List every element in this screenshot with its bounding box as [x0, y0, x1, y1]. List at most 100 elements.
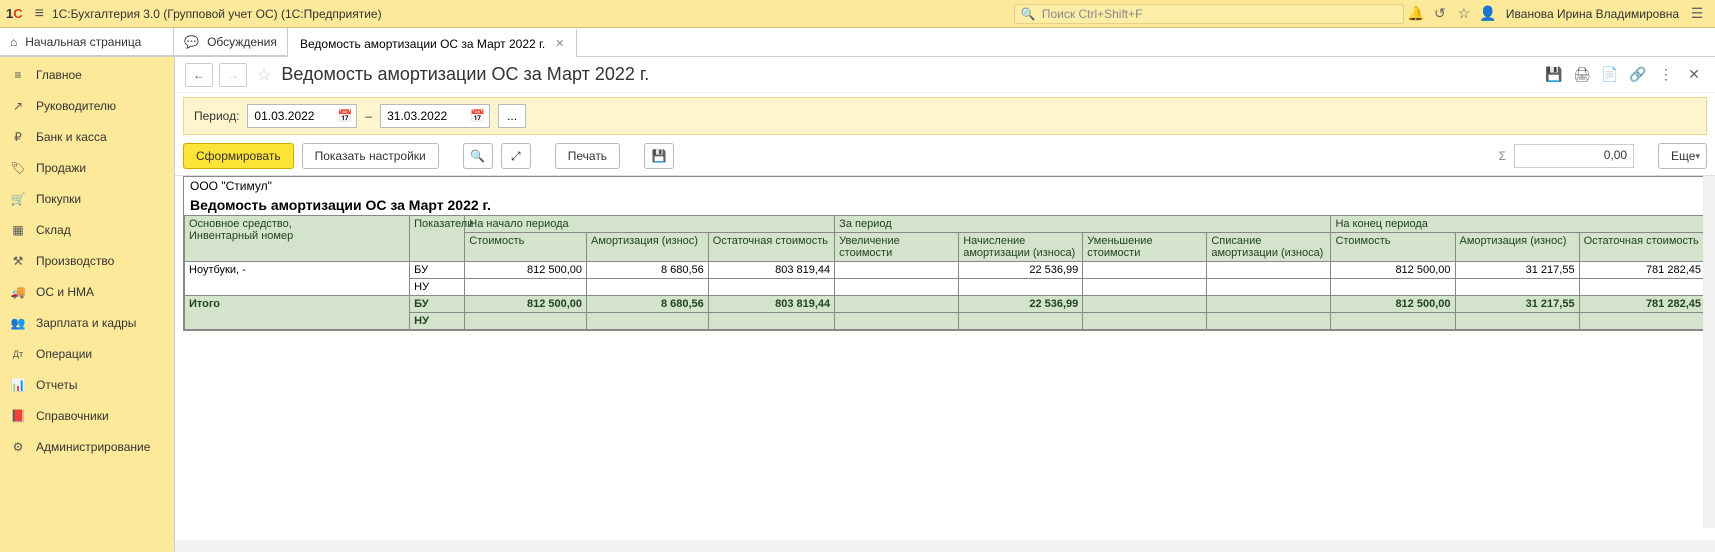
cell: 22 536,99 [959, 262, 1083, 279]
show-settings-button[interactable]: Показать настройки [302, 143, 439, 169]
cell: 812 500,00 [1331, 262, 1455, 279]
form-button[interactable]: Сформировать [183, 143, 294, 169]
sidebar-item-assets[interactable]: 🚚 ОС и НМА [0, 276, 174, 307]
sidebar-item-production[interactable]: ⚒Производство [0, 245, 174, 276]
save-icon[interactable]: 💾 [1543, 66, 1565, 83]
th-dec-cost: Уменьшение стоимости [1083, 233, 1207, 262]
user-icon[interactable]: 👤 [1476, 5, 1500, 22]
sidebar-item-manager[interactable]: ↗ Руководителю [0, 90, 174, 121]
truck-icon: 🚚 [10, 285, 26, 299]
bell-icon[interactable]: 🔔 [1404, 5, 1428, 22]
scrollbar-vertical[interactable] [1703, 176, 1715, 528]
sidebar-label: ОС и НМА [36, 285, 94, 299]
period-label: Период: [194, 109, 239, 123]
sidebar-item-refs[interactable]: 📕Справочники [0, 400, 174, 431]
toolbar: Сформировать Показать настройки 🔍 ⤢ Печа… [175, 139, 1715, 175]
table-row[interactable]: НУ [185, 279, 1706, 296]
sidebar-item-main[interactable]: ≡Главное [0, 59, 174, 90]
favorite-icon[interactable]: ☆ [257, 65, 271, 85]
th-wo-depr: Списание амортизации (износа) [1207, 233, 1331, 262]
sidebar-item-operations[interactable]: ДтОперации [0, 338, 174, 369]
table-row[interactable]: Ноутбуки, - БУ 812 500,00 8 680,56 803 8… [185, 262, 1706, 279]
book-icon: 📕 [10, 409, 26, 423]
logo-1c: 1С [6, 6, 23, 21]
date-to-input[interactable]: 31.03.2022 📅 [380, 104, 490, 128]
save-disk-button[interactable]: 💾 [644, 143, 674, 169]
report-table: Основное средство, Инвентарный номер Пок… [184, 215, 1706, 330]
kebab-icon[interactable]: ⋮ [1655, 66, 1677, 83]
more-button[interactable]: Еще [1658, 143, 1707, 169]
tab-home[interactable]: ⌂ Начальная страница [0, 28, 174, 56]
th-start-resid: Остаточная стоимость [708, 233, 834, 262]
period-picker-button[interactable]: ... [498, 104, 526, 128]
calendar-icon[interactable]: 📅 [337, 109, 352, 123]
chat-icon: 💬 [184, 35, 199, 49]
print-button[interactable]: Печать [555, 143, 620, 169]
sidebar-item-salary[interactable]: 👥Зарплата и кадры [0, 307, 174, 338]
doc-title: Ведомость амортизации ОС за Март 2022 г. [281, 64, 649, 85]
gear-icon: ⚙ [10, 440, 26, 454]
find-button[interactable]: 🔍 [463, 143, 493, 169]
date-to-value: 31.03.2022 [387, 109, 447, 123]
cell: 803 819,44 [708, 262, 834, 279]
user-name: Иванова Ирина Владимировна [1506, 7, 1679, 21]
print-icon[interactable]: 🖨 [1571, 66, 1593, 83]
cell-total-nu: НУ [410, 313, 465, 330]
th-period: За период [835, 216, 1331, 233]
cell: 31 217,55 [1455, 262, 1579, 279]
main-menu-icon[interactable]: ≡ [35, 5, 44, 23]
ruble-icon: ₽ [10, 130, 26, 144]
back-button[interactable]: ← [185, 63, 213, 87]
sum-output: 0,00 [1514, 144, 1634, 168]
th-end-cost: Стоимость [1331, 233, 1455, 262]
sidebar-item-sales[interactable]: 🏷Продажи [0, 152, 174, 183]
sidebar-label: Руководителю [36, 99, 116, 113]
tab-active-label: Ведомость амортизации ОС за Март 2022 г. [300, 37, 545, 51]
dtkt-icon: Дт [10, 349, 26, 359]
forward-button: → [219, 63, 247, 87]
sidebar-label: Главное [36, 68, 82, 82]
star-icon[interactable]: ☆ [1452, 5, 1476, 22]
scrollbar-horizontal[interactable] [175, 540, 1715, 552]
search-input[interactable]: 🔍 Поиск Ctrl+Shift+F [1014, 4, 1404, 24]
cell: 781 282,45 [1579, 262, 1705, 279]
th-start-depr: Амортизация (износ) [587, 233, 709, 262]
th-indicators: Показатели [410, 216, 465, 262]
sidebar-item-bank[interactable]: ₽Банк и касса [0, 121, 174, 152]
send-icon[interactable]: 📄 [1599, 66, 1621, 83]
calendar-icon[interactable]: 📅 [470, 109, 485, 123]
dash: – [365, 109, 372, 123]
cell-total-bu: БУ [410, 296, 465, 313]
expand-button[interactable]: ⤢ [501, 143, 531, 169]
chart-icon: 📊 [10, 378, 26, 392]
history-icon[interactable]: ↺ [1428, 5, 1452, 22]
close-doc-icon[interactable]: ✕ [1683, 66, 1705, 83]
date-from-value: 01.03.2022 [254, 109, 314, 123]
close-icon[interactable]: ✕ [555, 37, 564, 50]
sidebar-item-reports[interactable]: 📊Отчеты [0, 369, 174, 400]
sidebar-item-purchases[interactable]: 🛒Покупки [0, 183, 174, 214]
total-row-nu: НУ [185, 313, 1706, 330]
report-area: ООО "Стимул" Ведомость амортизации ОС за… [175, 175, 1715, 540]
th-end: На конец периода [1331, 216, 1706, 233]
cell-asset: Ноутбуки, - [185, 262, 410, 296]
sigma-icon: Σ [1499, 149, 1506, 163]
sidebar-label: Продажи [36, 161, 86, 175]
tab-active[interactable]: Ведомость амортизации ОС за Март 2022 г.… [288, 28, 577, 57]
settings-lines-icon[interactable]: ☰ [1685, 5, 1709, 22]
growth-icon: ↗ [10, 99, 26, 113]
th-start-cost: Стоимость [465, 233, 587, 262]
date-from-input[interactable]: 01.03.2022 📅 [247, 104, 357, 128]
th-end-resid: Остаточная стоимость [1579, 233, 1705, 262]
tab-discussions[interactable]: 💬 Обсуждения [174, 28, 288, 56]
org-name: ООО "Стимул" [184, 176, 1706, 195]
search-icon: 🔍 [1021, 7, 1036, 21]
app-title: 1С:Бухгалтерия 3.0 (Групповой учет ОС) (… [52, 7, 382, 21]
sidebar-item-warehouse[interactable]: ▦Склад [0, 214, 174, 245]
sidebar-label: Покупки [36, 192, 81, 206]
home-icon: ⌂ [10, 35, 17, 49]
sidebar-item-admin[interactable]: ⚙Администрирование [0, 431, 174, 462]
cell [835, 262, 959, 279]
th-acc-depr: Начисление амортизации (износа) [959, 233, 1083, 262]
link-icon[interactable]: 🔗 [1627, 66, 1649, 83]
